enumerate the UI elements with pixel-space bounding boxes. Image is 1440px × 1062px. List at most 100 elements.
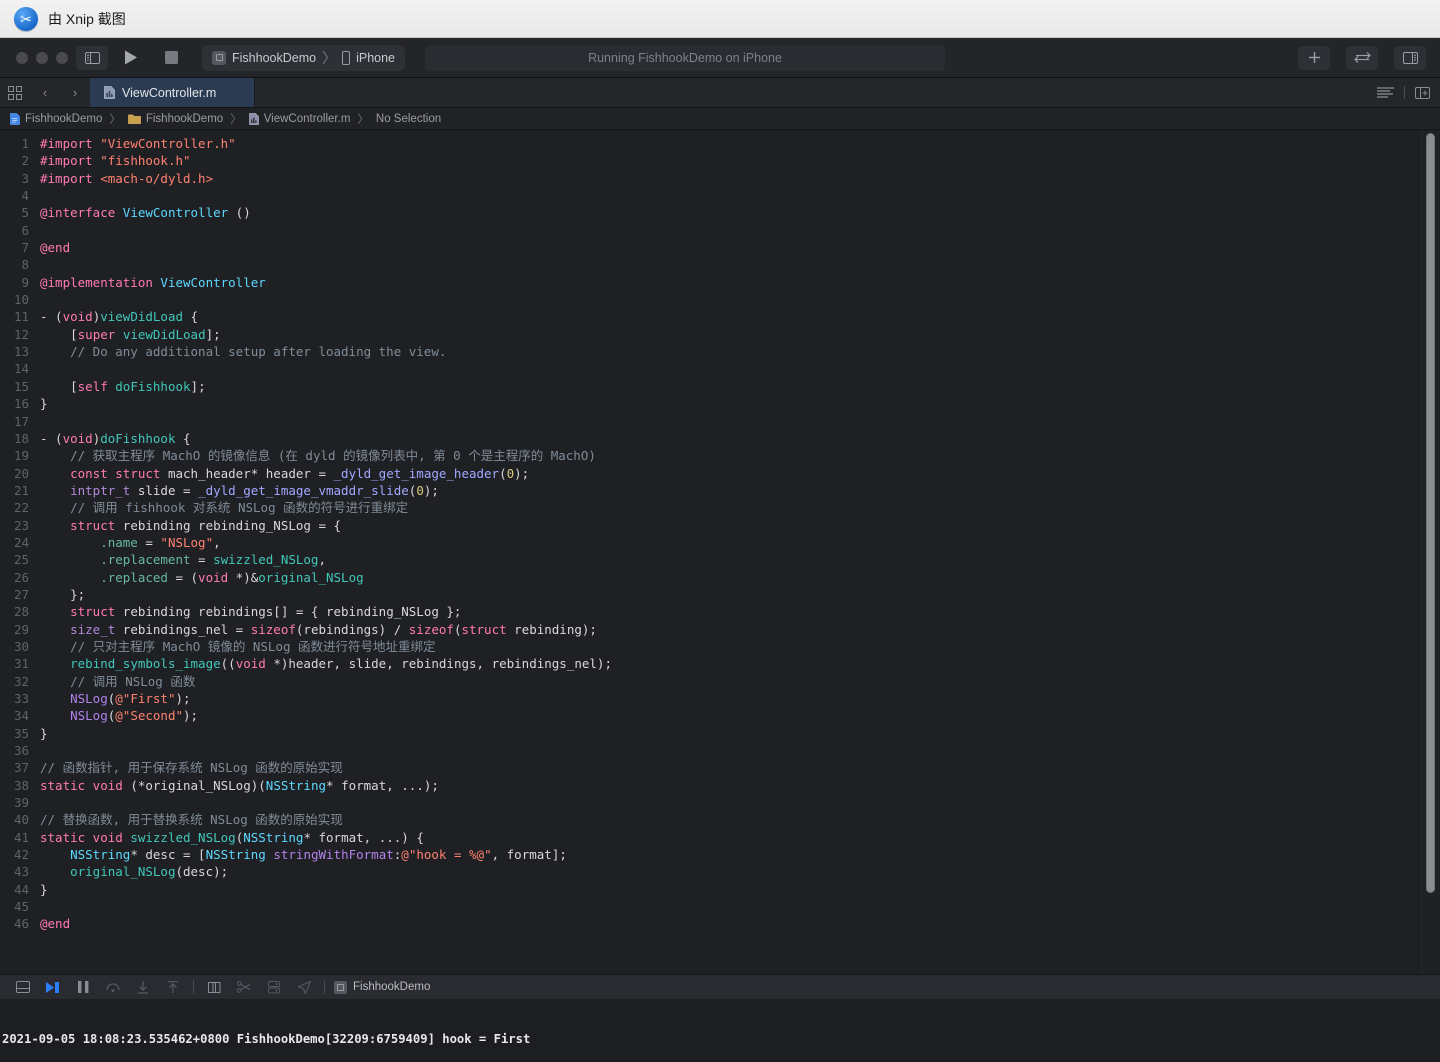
tab-viewcontroller-m[interactable]: ViewController.m	[90, 78, 255, 107]
code-line[interactable]: 5 @interface ViewController ()	[0, 204, 1440, 221]
code-line[interactable]: 22 // 调用 fishhook 对系统 NSLog 函数的符号进行重绑定	[0, 499, 1440, 516]
step-over-icon[interactable]	[98, 976, 128, 998]
breadcrumb-item-group[interactable]: FishhookDemo	[127, 113, 223, 125]
code-line[interactable]: 45	[0, 898, 1440, 915]
code-line[interactable]: 11 - (void)viewDidLoad {	[0, 308, 1440, 325]
code-line[interactable]: 18 - (void)doFishhook {	[0, 430, 1440, 447]
code-text: }	[40, 396, 48, 412]
code-line[interactable]: 26 .replaced = (void *)&original_NSLog	[0, 569, 1440, 586]
scheme-name[interactable]: FishhookDemo	[232, 51, 316, 65]
code-line[interactable]: 37 // 函数指针, 用于保存系统 NSLog 函数的原始实现	[0, 759, 1440, 776]
breadcrumb-item-selection[interactable]: No Selection	[376, 113, 441, 125]
code-line[interactable]: 15 [self doFishhook];	[0, 378, 1440, 395]
code-line[interactable]: 1 #import "ViewController.h"	[0, 135, 1440, 152]
editor-tab-bar: ‹ › ViewController.m	[0, 78, 1440, 108]
code-text: rebind_symbols_image((void *)header, sli…	[70, 656, 612, 672]
line-number: 38	[13, 777, 29, 793]
run-button[interactable]	[114, 45, 148, 71]
hide-debug-area-icon[interactable]	[8, 976, 38, 998]
sidebar-right-icon[interactable]	[1394, 45, 1426, 70]
code-line[interactable]: 39	[0, 794, 1440, 811]
code-line[interactable]: 41 static void swizzled_NSLog(NSString* f…	[0, 829, 1440, 846]
pause-icon[interactable]	[68, 976, 98, 998]
code-line[interactable]: 38 static void (*original_NSLog)(NSString…	[0, 777, 1440, 794]
step-out-icon[interactable]	[158, 976, 188, 998]
code-line[interactable]: 25 .replacement = swizzled_NSLog,	[0, 551, 1440, 568]
line-number: 45	[13, 899, 29, 915]
tab-grid-icon[interactable]	[0, 78, 30, 107]
code-line[interactable]: 17	[0, 413, 1440, 430]
code-line[interactable]: 7 @end	[0, 239, 1440, 256]
code-line[interactable]: 4	[0, 187, 1440, 204]
code-text: NSString* desc = [NSString stringWithFor…	[70, 847, 567, 863]
debug-view-hierarchy-icon[interactable]	[199, 976, 229, 998]
line-number: 2	[21, 153, 29, 169]
environment-overrides-icon[interactable]	[259, 976, 289, 998]
code-line[interactable]: 14	[0, 360, 1440, 377]
debug-process-chip[interactable]: FishhookDemo	[334, 980, 430, 994]
source-editor[interactable]: 1 #import "ViewController.h" 2 #import "fis…	[0, 131, 1440, 974]
code-line[interactable]: 8	[0, 256, 1440, 273]
code-line[interactable]: 13 // Do any additional setup after load…	[0, 343, 1440, 360]
simulate-location-icon[interactable]	[289, 976, 319, 998]
code-line[interactable]: 28 struct rebinding rebindings[] = { reb…	[0, 603, 1440, 620]
code-line[interactable]: 31 rebind_symbols_image((void *)header, …	[0, 655, 1440, 672]
code-line[interactable]: 46 @end	[0, 915, 1440, 932]
app-icon	[212, 50, 226, 65]
line-number: 19	[13, 448, 29, 464]
code-text: }	[40, 881, 48, 897]
code-line[interactable]: 6	[0, 222, 1440, 239]
code-lines-container[interactable]: 1 #import "ViewController.h" 2 #import "fis…	[0, 131, 1440, 933]
window-traffic-lights[interactable]	[10, 51, 68, 64]
chevron-right-icon[interactable]: ›	[60, 78, 90, 107]
line-number: 35	[13, 725, 29, 741]
step-into-icon[interactable]	[128, 976, 158, 998]
add-editor-icon[interactable]	[1415, 86, 1430, 99]
code-line[interactable]: 21 intptr_t slide = _dyld_get_image_vmad…	[0, 482, 1440, 499]
code-line[interactable]: 20 const struct mach_header* header = _d…	[0, 465, 1440, 482]
editor-vertical-scrollbar[interactable]	[1426, 133, 1435, 893]
code-line[interactable]: 10	[0, 291, 1440, 308]
line-number: 10	[13, 292, 29, 308]
breadcrumb-item-project[interactable]: FishhookDemo	[10, 113, 102, 125]
plus-icon[interactable]	[1298, 45, 1330, 70]
minimize-button[interactable]	[36, 51, 48, 64]
code-line[interactable]: 44}	[0, 881, 1440, 898]
code-line[interactable]: 16}	[0, 395, 1440, 412]
left-right-arrow-icon[interactable]	[1346, 45, 1378, 70]
code-line[interactable]: 19 // 获取主程序 MachO 的镜像信息 (在 dyld 的镜像列表中, …	[0, 447, 1440, 464]
device-icon	[342, 50, 351, 65]
code-line[interactable]: 27 };	[0, 586, 1440, 603]
code-line[interactable]: 40 // 替换函数, 用于替换系统 NSLog 函数的原始实现	[0, 811, 1440, 828]
destination-name[interactable]: iPhone	[356, 51, 395, 65]
sidebar-left-icon[interactable]	[76, 45, 108, 70]
code-line[interactable]: 43 original_NSLog(desc);	[0, 863, 1440, 880]
code-line[interactable]: 42 NSString* desc = [NSString stringWith…	[0, 846, 1440, 863]
minimap-lines-icon[interactable]	[1377, 86, 1394, 99]
code-line[interactable]: 9 @implementation ViewController	[0, 274, 1440, 291]
close-button[interactable]	[16, 51, 28, 64]
code-line[interactable]: 24 .name = "NSLog",	[0, 534, 1440, 551]
line-number: 41	[13, 829, 29, 845]
code-text: NSLog(@"Second");	[70, 708, 199, 724]
code-line[interactable]: 35}	[0, 725, 1440, 742]
stop-button[interactable]	[154, 45, 188, 71]
code-line[interactable]: 36	[0, 742, 1440, 759]
code-line[interactable]: 23 struct rebinding rebinding_NSLog = {	[0, 517, 1440, 534]
code-text: // 函数指针, 用于保存系统 NSLog 函数的原始实现	[40, 760, 343, 776]
breadcrumb-item-file[interactable]: ViewController.m	[248, 113, 350, 125]
code-line[interactable]: 2 #import "fishhook.h"	[0, 152, 1440, 169]
debug-console-output[interactable]: 2021-09-05 18:08:23.535462+0800 Fishhook…	[0, 999, 1440, 1062]
continue-play-icon[interactable]	[38, 976, 68, 998]
code-line[interactable]: 3 #import <mach-o/dyld.h>	[0, 170, 1440, 187]
code-line[interactable]: 33 NSLog(@"First");	[0, 690, 1440, 707]
scheme-destination-chip[interactable]: FishhookDemo 〉 iPhone	[202, 44, 406, 71]
code-line[interactable]: 29 size_t rebindings_nel = sizeof(rebind…	[0, 621, 1440, 638]
code-line[interactable]: 12 [super viewDidLoad];	[0, 326, 1440, 343]
code-line[interactable]: 30 // 只对主程序 MachO 镜像的 NSLog 函数进行符号地址重绑定	[0, 638, 1440, 655]
zoom-button[interactable]	[56, 51, 68, 64]
memory-graph-icon[interactable]	[229, 976, 259, 998]
code-line[interactable]: 34 NSLog(@"Second");	[0, 707, 1440, 724]
chevron-left-icon[interactable]: ‹	[30, 78, 60, 107]
code-line[interactable]: 32 // 调用 NSLog 函数	[0, 673, 1440, 690]
